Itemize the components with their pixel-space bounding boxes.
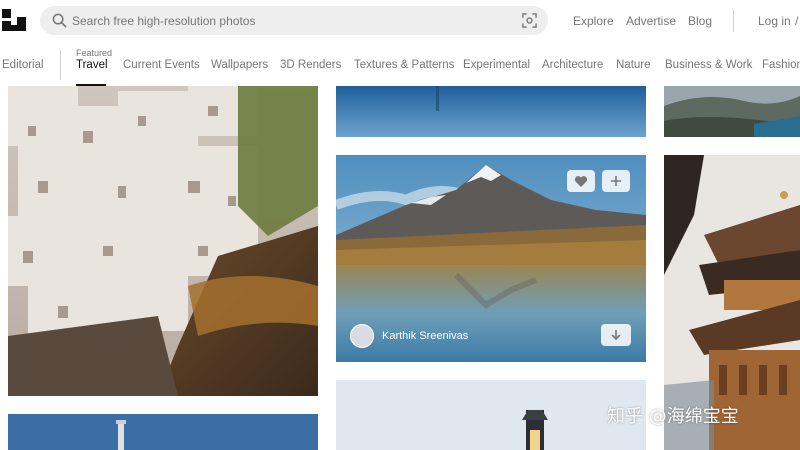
photo-author[interactable]: Karthik Sreenivas bbox=[350, 324, 468, 348]
plus-icon bbox=[611, 176, 621, 186]
topic-editorial[interactable]: Editorial bbox=[2, 59, 44, 71]
topic-business-work[interactable]: Business & Work bbox=[665, 59, 752, 71]
unsplash-logo-icon[interactable] bbox=[2, 9, 26, 31]
photo-coastal-hills[interactable] bbox=[664, 86, 800, 137]
nav-blog-link[interactable]: Blog bbox=[688, 14, 712, 28]
photo-lighthouse[interactable] bbox=[336, 380, 646, 450]
like-button[interactable] bbox=[567, 170, 595, 192]
nav-explore-link[interactable]: Explore bbox=[573, 14, 614, 28]
topic-travel[interactable]: Travel bbox=[76, 59, 108, 71]
search-icon[interactable] bbox=[52, 13, 67, 28]
login-separator: / bbox=[795, 14, 799, 28]
topics-divider bbox=[60, 50, 61, 80]
search-bar[interactable] bbox=[40, 6, 548, 35]
author-name[interactable]: Karthik Sreenivas bbox=[382, 330, 468, 342]
topics-nav: Editorial Featured Travel Current Events… bbox=[0, 42, 800, 86]
featured-label: Featured bbox=[76, 48, 113, 58]
topic-architecture[interactable]: Architecture bbox=[542, 59, 603, 71]
topic-current-events[interactable]: Current Events bbox=[123, 59, 200, 71]
top-header: Explore Advertise Blog Log in / bbox=[0, 0, 800, 42]
nav-advertise-link[interactable]: Advertise bbox=[626, 14, 676, 28]
heart-icon bbox=[574, 175, 588, 187]
topic-textures-patterns[interactable]: Textures & Patterns bbox=[354, 59, 454, 71]
photo-mountain-lake[interactable]: Karthik Sreenivas bbox=[336, 155, 646, 362]
author-avatar[interactable] bbox=[350, 324, 374, 348]
visual-search-icon[interactable] bbox=[522, 13, 537, 28]
download-arrow-icon bbox=[611, 330, 621, 341]
download-button[interactable] bbox=[601, 324, 631, 346]
photo-santorini[interactable] bbox=[8, 86, 318, 396]
topic-wallpapers[interactable]: Wallpapers bbox=[211, 59, 268, 71]
topic-fashion[interactable]: Fashion bbox=[762, 59, 800, 71]
topic-experimental[interactable]: Experimental bbox=[463, 59, 530, 71]
add-to-collection-button[interactable] bbox=[602, 170, 630, 192]
watermark-text: 知乎 @海绵宝宝 bbox=[607, 406, 739, 427]
photo-blue-sky-tower[interactable] bbox=[8, 414, 318, 450]
login-link[interactable]: Log in bbox=[758, 14, 791, 28]
topic-nature[interactable]: Nature bbox=[616, 59, 651, 71]
photo-blue-water[interactable] bbox=[336, 86, 646, 137]
search-input[interactable] bbox=[72, 10, 512, 31]
header-divider bbox=[733, 10, 734, 32]
topic-3d-renders[interactable]: 3D Renders bbox=[280, 59, 341, 71]
